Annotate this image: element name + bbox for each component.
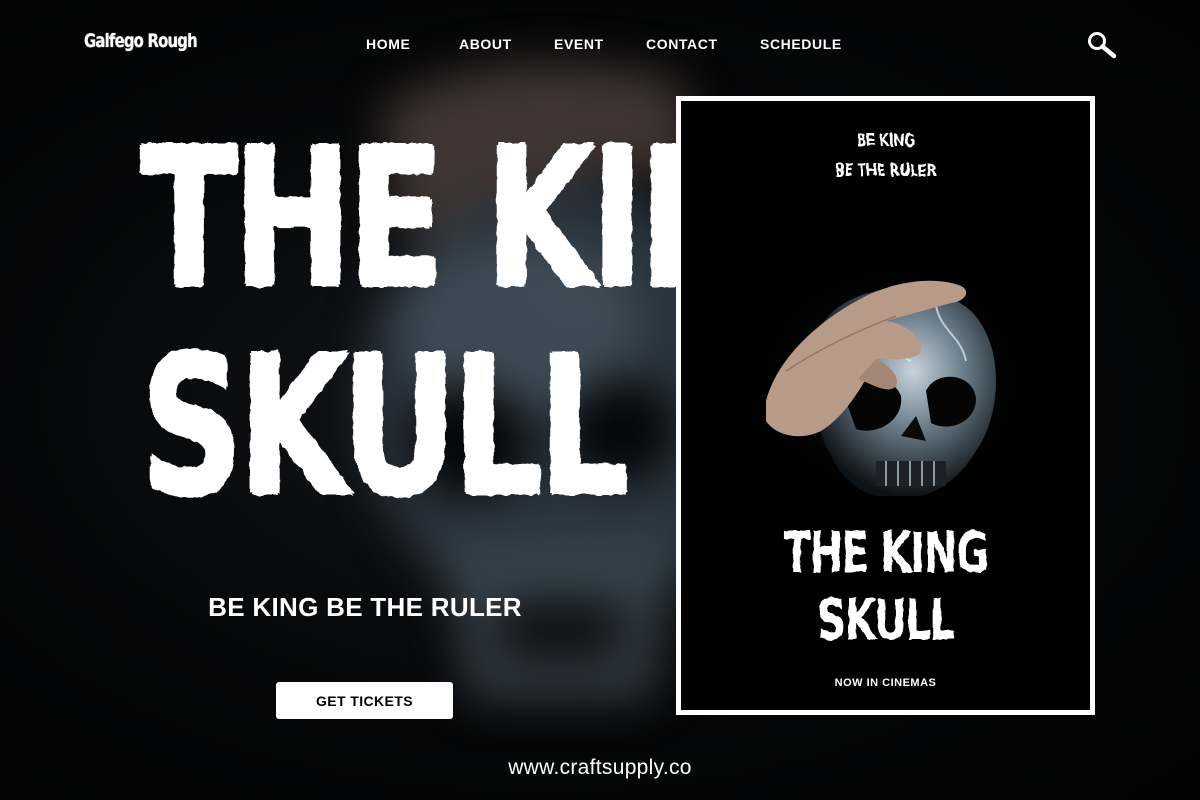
search-button[interactable] [1086, 31, 1118, 59]
poster-title-line1: THE KING [783, 521, 989, 586]
nav-contact[interactable]: CONTACT [646, 36, 718, 52]
skull-hand-artwork [741, 251, 1026, 511]
nav-event[interactable]: EVENT [554, 36, 604, 52]
movie-poster: BE KING BE THE RULER THE KING SKULL NOW … [676, 96, 1095, 715]
nav-schedule[interactable]: SCHEDULE [760, 36, 842, 52]
hero-title-line1: THE KING [140, 108, 871, 331]
poster-tagline-line1: BE KING [856, 131, 915, 151]
hero-title: THE KING SKULL [60, 108, 871, 539]
poster-release-note: NOW IN CINEMAS [834, 677, 937, 689]
poster-title-line2: SKULL [817, 588, 955, 653]
get-tickets-button[interactable]: GET TICKETS [276, 682, 453, 719]
hero-tagline: BE KING BE THE RULER [208, 592, 522, 622]
nav-home[interactable]: HOME [366, 36, 410, 52]
search-icon [1088, 32, 1117, 59]
footer-url[interactable]: www.craftsupply.co [0, 756, 1200, 780]
nav-about[interactable]: ABOUT [459, 36, 512, 52]
main-nav: HOME ABOUT EVENT CONTACT SCHEDULE [0, 36, 1200, 56]
poster-tagline-line2: BE THE RULER [834, 161, 937, 181]
hero-title-line2: SKULL [140, 316, 630, 539]
